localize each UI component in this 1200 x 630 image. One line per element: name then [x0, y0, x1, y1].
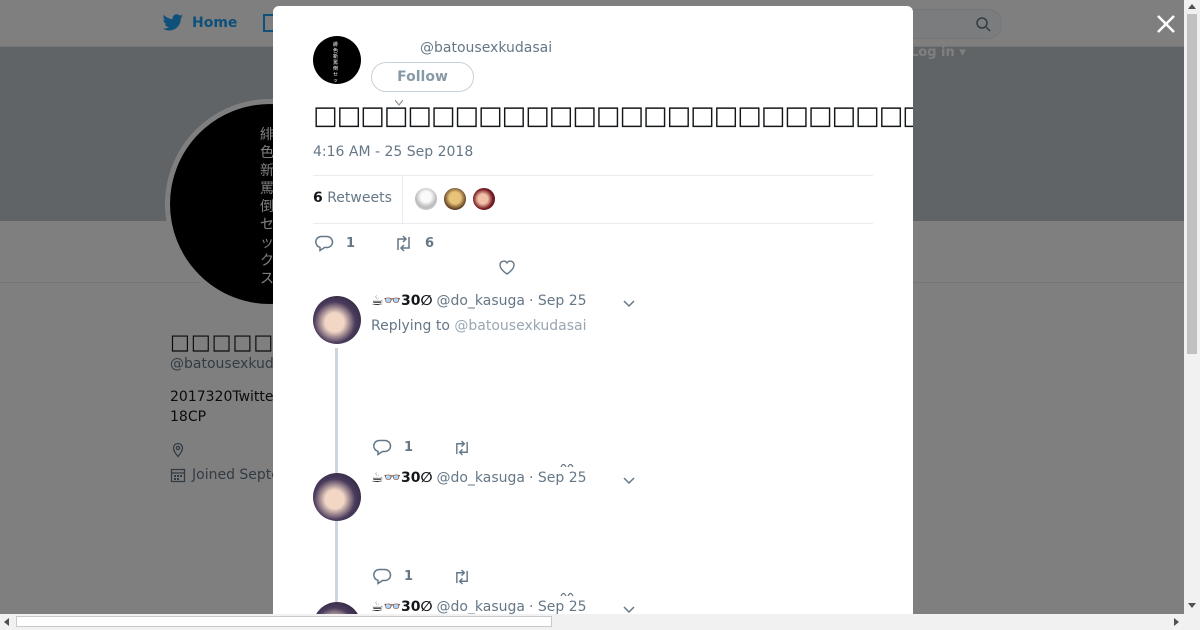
like-icon[interactable]: [560, 462, 574, 468]
retweeter-avatars: [414, 187, 496, 211]
reply-display-name[interactable]: ☕👓30∅: [371, 470, 432, 486]
retweet-icon[interactable]: [453, 569, 471, 585]
scroll-right-arrow[interactable]: [1174, 618, 1179, 626]
like-icon[interactable]: [560, 591, 574, 597]
reply-avatar[interactable]: [313, 473, 361, 521]
retweeter-avatar[interactable]: [414, 187, 438, 211]
reply-action[interactable]: 1: [315, 235, 355, 252]
reply-count: 1: [404, 569, 414, 584]
replying-to-link[interactable]: @batousexkudasai: [454, 318, 586, 334]
retweet-icon[interactable]: [453, 440, 471, 456]
reply-header: ☕👓30∅ @do_kasuga · Sep 25: [371, 293, 587, 309]
tweet-author-avatar-text: 緋色新罵倒セックス: [333, 42, 339, 84]
reply-username[interactable]: @do_kasuga: [436, 599, 525, 615]
chevron-down-icon[interactable]: [623, 300, 635, 308]
tweet-author-handle[interactable]: @batousexkudasai: [420, 40, 552, 56]
tweet-modal: 緋色新罵倒セックス @batousexkudasai Follow □□□□□□…: [273, 6, 913, 616]
reply-icon: [373, 439, 392, 456]
tweet-timestamp[interactable]: 4:16 AM - 25 Sep 2018: [313, 144, 473, 160]
horizontal-scrollbar-thumb[interactable]: [16, 616, 552, 627]
tweet-text: □□□□□□□□□□□□□□□□□□□□□□□□□□□□□□□□□□□□□□□□…: [313, 101, 913, 131]
follow-button[interactable]: Follow: [371, 62, 474, 92]
reply-header: ☕👓30∅ @do_kasuga · Sep 25: [371, 470, 587, 486]
replying-prefix: Replying to: [371, 318, 450, 334]
reply-icon: [315, 235, 334, 252]
scroll-left-arrow[interactable]: [4, 618, 9, 626]
reply-username[interactable]: @do_kasuga: [436, 470, 525, 486]
scroll-up-arrow[interactable]: [1188, 4, 1196, 9]
reply-date[interactable]: · Sep 25: [529, 293, 587, 309]
reply-action[interactable]: 1: [373, 439, 413, 456]
retweet-count: 6: [313, 190, 323, 206]
vertical-scrollbar-thumb[interactable]: [1187, 14, 1197, 354]
reply-display-name[interactable]: ☕👓30∅: [371, 599, 432, 615]
thread-line: [335, 525, 338, 605]
reply-display-name[interactable]: ☕👓30∅: [371, 293, 432, 309]
close-icon[interactable]: [1155, 13, 1177, 35]
retweet-label: Retweets: [327, 190, 392, 206]
reply-avatar[interactable]: [313, 296, 361, 344]
reply-action[interactable]: 1: [373, 568, 413, 585]
tweet-stats: 6 Retweets: [313, 175, 873, 224]
reply-count: 1: [346, 236, 356, 251]
replying-to: Replying to @batousexkudasai: [371, 318, 587, 334]
retweet-icon: [397, 235, 410, 252]
retweet-action-count: 6: [425, 236, 435, 251]
reply-username[interactable]: @do_kasuga: [436, 293, 525, 309]
retweeter-avatar[interactable]: [472, 187, 496, 211]
stats-divider: [402, 176, 403, 223]
retweet-action[interactable]: 6: [394, 235, 434, 252]
reply-header: ☕👓30∅ @do_kasuga · Sep 25: [371, 599, 587, 615]
reply-date[interactable]: · Sep 25: [529, 599, 587, 615]
reply-icon: [373, 568, 392, 585]
reply-date[interactable]: · Sep 25: [529, 470, 587, 486]
scroll-down-arrow[interactable]: [1188, 603, 1196, 608]
tweet-author-avatar[interactable]: 緋色新罵倒セックス: [313, 36, 361, 84]
reply-count: 1: [404, 440, 414, 455]
chevron-down-icon[interactable]: [623, 477, 635, 485]
chevron-down-icon[interactable]: [623, 606, 635, 614]
retweet-stat[interactable]: 6 Retweets: [313, 190, 392, 206]
like-icon[interactable]: [498, 258, 516, 276]
retweeter-avatar[interactable]: [443, 187, 467, 211]
